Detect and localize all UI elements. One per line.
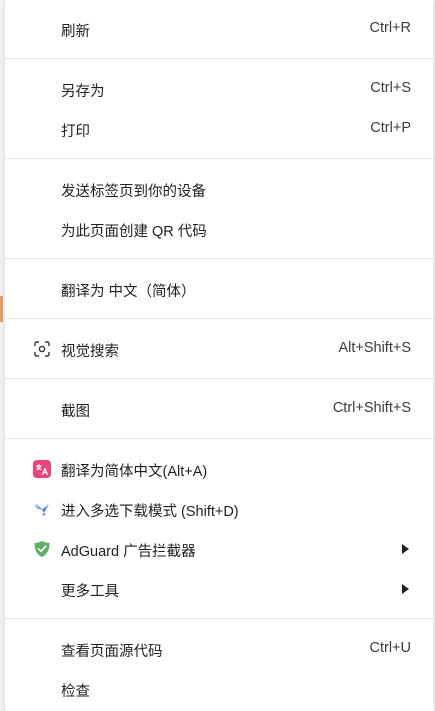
menu-separator <box>5 158 433 159</box>
menu-item-translate-page[interactable]: 翻译为 中文（简体） <box>5 269 433 309</box>
menu-item-label: 刷新 <box>61 24 90 40</box>
menu-item-shortcut: Ctrl+S <box>370 80 411 96</box>
menu-item-label: 更多工具 <box>61 584 119 600</box>
menu-item-shortcut: Ctrl+P <box>370 120 411 136</box>
menu-item-reload[interactable]: 刷新 Ctrl+R <box>5 9 433 49</box>
menu-item-screenshot[interactable]: 截图 Ctrl+Shift+S <box>5 389 433 429</box>
menu-item-label: 进入多选下载模式 (Shift+D) <box>61 504 239 520</box>
menu-item-adguard[interactable]: AdGuard 广告拦截器 <box>5 529 433 569</box>
menu-item-print[interactable]: 打印 Ctrl+P <box>5 109 433 149</box>
menu-item-label: 查看页面源代码 <box>61 644 163 660</box>
shield-icon <box>32 539 52 559</box>
submenu-arrow-icon <box>402 584 409 594</box>
translate-icon <box>32 459 52 479</box>
menu-item-multi-download[interactable]: 进入多选下载模式 (Shift+D) <box>5 489 433 529</box>
menu-separator <box>5 318 433 319</box>
menu-item-shortcut: Ctrl+U <box>369 640 412 656</box>
menu-item-view-source[interactable]: 查看页面源代码 Ctrl+U <box>5 629 433 669</box>
menu-item-label: 另存为 <box>61 84 105 100</box>
menu-separator <box>5 58 433 59</box>
menu-item-inspect[interactable]: 检查 <box>5 669 433 709</box>
context-menu: 刷新 Ctrl+R 另存为 Ctrl+S 打印 Ctrl+P 发送标签页到你的设… <box>4 0 434 711</box>
bird-icon <box>32 499 52 519</box>
menu-item-label: 翻译为 中文（简体） <box>61 284 196 300</box>
menu-item-translate-simplified[interactable]: 翻译为简体中文(Alt+A) <box>5 449 433 489</box>
menu-item-shortcut: Alt+Shift+S <box>338 340 411 356</box>
menu-item-label: 翻译为简体中文(Alt+A) <box>61 464 208 480</box>
menu-item-send-tab[interactable]: 发送标签页到你的设备 <box>5 169 433 209</box>
menu-separator <box>5 378 433 379</box>
menu-item-label: 打印 <box>61 124 90 140</box>
menu-separator <box>5 258 433 259</box>
visual-search-icon <box>32 339 52 359</box>
menu-separator <box>5 618 433 619</box>
menu-item-label: 检查 <box>61 684 90 700</box>
menu-item-label: 截图 <box>61 404 90 420</box>
menu-item-more-tools[interactable]: 更多工具 <box>5 569 433 609</box>
menu-item-shortcut: Ctrl+Shift+S <box>332 400 411 416</box>
menu-separator <box>5 438 433 439</box>
background-accent <box>0 296 3 322</box>
menu-item-label: AdGuard 广告拦截器 <box>61 544 196 560</box>
menu-item-label: 发送标签页到你的设备 <box>61 184 206 200</box>
menu-item-shortcut: Ctrl+R <box>369 20 412 36</box>
menu-item-label: 视觉搜索 <box>61 344 119 360</box>
menu-item-save-as[interactable]: 另存为 Ctrl+S <box>5 69 433 109</box>
menu-item-visual-search[interactable]: 视觉搜索 Alt+Shift+S <box>5 329 433 369</box>
menu-item-label: 为此页面创建 QR 代码 <box>61 224 207 240</box>
menu-item-create-qr[interactable]: 为此页面创建 QR 代码 <box>5 209 433 249</box>
submenu-arrow-icon <box>402 544 409 554</box>
